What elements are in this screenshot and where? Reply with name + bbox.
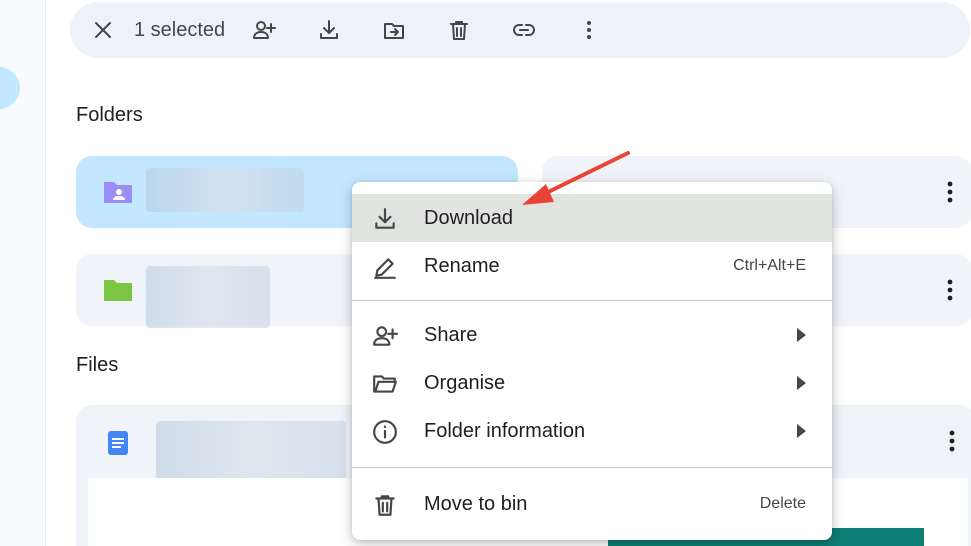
menu-shortcut: Delete xyxy=(759,495,806,512)
menu-divider xyxy=(352,467,832,468)
menu-label: Organise xyxy=(424,371,506,394)
menu-divider xyxy=(352,300,832,301)
trash-icon xyxy=(372,492,398,518)
info-icon xyxy=(372,419,398,445)
more-icon[interactable] xyxy=(938,421,966,461)
delete-icon[interactable] xyxy=(442,13,476,47)
pencil-icon xyxy=(372,254,398,280)
menu-label: Share xyxy=(424,323,478,346)
submenu-arrow-icon xyxy=(797,328,806,342)
menu-label: Folder information xyxy=(424,419,586,442)
download-icon[interactable] xyxy=(312,13,346,47)
nav-active-indicator[interactable] xyxy=(0,67,20,109)
selection-toolbar: 1 selected xyxy=(70,2,970,58)
annotation-arrow-icon xyxy=(522,151,630,205)
menu-label: Move to bin xyxy=(424,492,528,515)
menu-item-move-to-bin[interactable]: Move to bin Delete xyxy=(352,480,832,528)
folder-icon xyxy=(104,280,132,301)
shared-folder-icon xyxy=(104,182,132,203)
more-icon[interactable] xyxy=(936,172,964,212)
move-icon[interactable] xyxy=(377,13,411,47)
folder-context-menu: Download Rename Ctrl+Alt+E Share Organis… xyxy=(352,182,832,540)
menu-item-share[interactable]: Share xyxy=(352,311,832,359)
menu-item-rename[interactable]: Rename Ctrl+Alt+E xyxy=(352,242,832,290)
submenu-arrow-icon xyxy=(797,376,806,390)
docs-icon xyxy=(108,431,128,455)
menu-label: Download xyxy=(424,206,513,229)
files-heading: Files xyxy=(76,354,119,376)
menu-label: Rename xyxy=(424,254,500,277)
menu-item-organise[interactable]: Organise xyxy=(352,359,832,407)
download-icon xyxy=(372,206,398,232)
share-icon[interactable] xyxy=(247,13,281,47)
more-icon[interactable] xyxy=(572,13,606,47)
redacted-folder-name xyxy=(146,266,270,328)
folders-heading: Folders xyxy=(76,104,143,126)
redacted-file-name xyxy=(156,421,346,481)
redacted-folder-name xyxy=(146,168,304,212)
share-icon xyxy=(372,323,398,349)
more-icon[interactable] xyxy=(936,270,964,310)
close-icon[interactable] xyxy=(86,13,120,47)
folder-open-icon xyxy=(372,371,398,397)
menu-item-folder-information[interactable]: Folder information xyxy=(352,407,832,455)
copy-link-icon[interactable] xyxy=(507,13,541,47)
menu-shortcut: Ctrl+Alt+E xyxy=(733,257,806,274)
submenu-arrow-icon xyxy=(797,424,806,438)
left-navigation-rail xyxy=(0,0,46,546)
selection-count: 1 selected xyxy=(134,18,226,41)
